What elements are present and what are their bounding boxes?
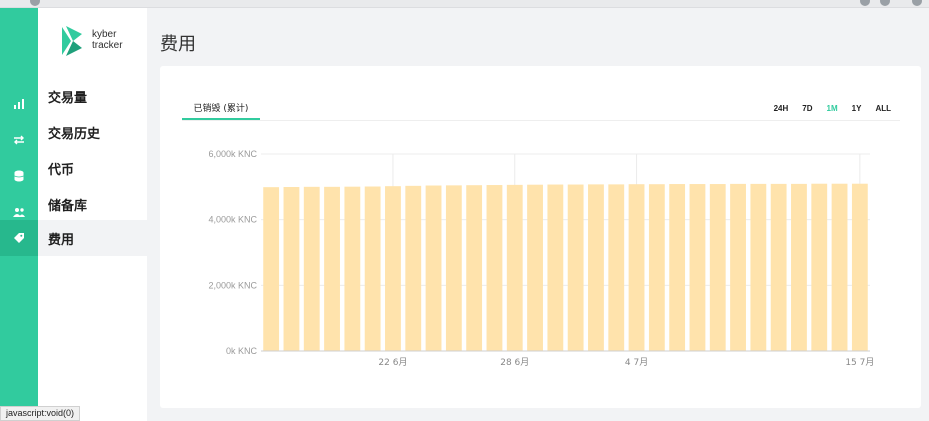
chart-bar (669, 184, 686, 351)
logo-text: kyber tracker (92, 29, 123, 51)
x-tick-label: 28 6月 (500, 357, 529, 368)
y-tick-label: 4,000k KNC (208, 215, 257, 225)
bar-chart-icon[interactable] (0, 86, 38, 122)
tag-icon[interactable] (0, 220, 38, 256)
chart-bar (648, 184, 665, 351)
chart-bar (750, 183, 767, 351)
chart-bar (263, 187, 280, 351)
chart-bar (324, 186, 340, 351)
chart-bar (303, 186, 320, 351)
sidebar-item-reserves[interactable]: 储备库 (38, 186, 147, 222)
browser-extension-icon[interactable] (880, 0, 890, 6)
sidebar-item-volume[interactable]: 交易量 (38, 78, 147, 114)
chart-bar (608, 184, 625, 351)
chart-bar (405, 185, 422, 351)
sidebar-item-label: 储备库 (48, 198, 88, 214)
chart-bar (385, 186, 401, 351)
sidebar: kyber tracker 交易量 交易历史 代币 储备库 费用 (38, 8, 147, 421)
sidebar-item-trade-history[interactable]: 交易历史 (38, 114, 147, 150)
sidebar-item-label: 交易量 (48, 90, 88, 106)
chart-bar (425, 185, 442, 351)
chart-bar (628, 184, 645, 351)
sidebar-item-label: 费用 (48, 232, 75, 248)
chart-bar (364, 186, 381, 351)
chart-bar (466, 185, 483, 351)
browser-profile-icon[interactable] (912, 0, 922, 6)
chart-bar (567, 184, 584, 351)
chart-bar (770, 183, 787, 351)
chart-bar (851, 183, 868, 351)
sidebar-item-label: 代币 (48, 162, 75, 178)
x-tick-label: 4 7月 (625, 357, 648, 368)
chart-bar (730, 183, 746, 351)
status-bar-url: javascript:void(0) (0, 406, 81, 421)
sidebar-item-label: 交易历史 (48, 126, 101, 142)
chart-bar (709, 184, 726, 351)
icon-rail (0, 8, 38, 421)
y-tick-label: 6,000k KNC (208, 149, 257, 159)
browser-nav-icon[interactable] (30, 0, 40, 6)
y-tick-label: 0k KNC (226, 346, 258, 356)
y-tick-label: 2,000k KNC (208, 280, 257, 290)
chart-bar (283, 186, 300, 351)
logo-line-2: tracker (92, 40, 123, 51)
fees-bar-chart: 0k KNC 2,000k KNC 4,000k KNC 6,000k KNC 22 6… (208, 149, 874, 368)
sidebar-item-fees[interactable]: 费用 (38, 220, 147, 256)
kyber-tracker-logo[interactable]: kyber tracker (58, 24, 138, 60)
x-tick-label: 22 6月 (378, 357, 407, 368)
chart-bar (445, 185, 462, 351)
chart-bar (547, 184, 564, 351)
browser-top-strip (0, 0, 929, 8)
page-title: 费用 (160, 34, 196, 55)
chart-bar (791, 183, 807, 351)
chart-card: 已销毁 (累计) 24H 7D 1M 1Y ALL 0k KNC 2,000k K… (160, 66, 921, 408)
exchange-arrows-icon[interactable] (0, 122, 38, 158)
kyber-logo-icon (62, 26, 82, 56)
chart-bar (527, 184, 543, 351)
chart-bar (689, 184, 706, 351)
chart-bar (486, 185, 503, 351)
sidebar-item-tokens[interactable]: 代币 (38, 150, 147, 186)
chart-bar (811, 183, 828, 351)
chart-bar (344, 186, 361, 351)
chart-bar (506, 184, 523, 351)
chart-bar (588, 184, 604, 351)
logo-line-1: kyber (92, 29, 117, 40)
chart-bar (831, 183, 848, 351)
browser-extension-icon[interactable] (860, 0, 870, 6)
coins-stack-icon[interactable] (0, 158, 38, 194)
x-tick-label: 15 7月 (845, 357, 874, 368)
